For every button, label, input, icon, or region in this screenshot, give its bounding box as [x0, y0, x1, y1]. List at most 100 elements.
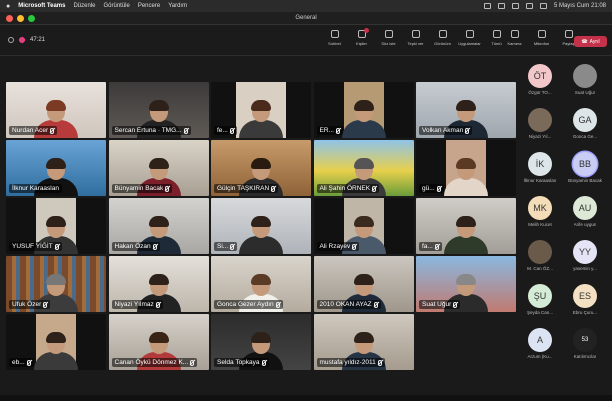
- video-tile[interactable]: Niyazi Yılmaz: [108, 256, 209, 312]
- raise-hand-button[interactable]: Söz iste: [377, 30, 400, 46]
- roster-participant[interactable]: BB Bünyamin Bacak: [565, 152, 605, 192]
- roster-name: Özgür TO...: [528, 90, 552, 95]
- roster-participant[interactable]: ÖT Özgür TO...: [520, 64, 560, 104]
- roster-participant[interactable]: Niyazi Yıl...: [520, 108, 560, 148]
- roster-participant[interactable]: ES Ebru Çuru...: [565, 284, 605, 324]
- video-tile[interactable]: ER...: [313, 82, 414, 138]
- chat-label: Sohbet: [328, 41, 341, 46]
- dock-edge: [0, 395, 612, 401]
- video-tile[interactable]: Sercan Ertuna · TMG...: [108, 82, 209, 138]
- mic-icon: [537, 30, 546, 38]
- roster-name: yasemin y...: [573, 266, 597, 271]
- mic-muted-icon: [275, 301, 280, 308]
- mic-muted-icon: [26, 359, 31, 366]
- mic-label: Mikrofon: [533, 41, 550, 46]
- roster-participant[interactable]: YY yasemin y...: [565, 240, 605, 280]
- video-tile[interactable]: Selda Topkaya: [211, 314, 311, 370]
- participant-name: Ali Şahin ÖRNEK: [316, 184, 380, 193]
- roster-name: İlknur Karaaslan: [523, 178, 557, 183]
- battery-icon[interactable]: [511, 3, 519, 9]
- video-tile[interactable]: Ufuk Özer: [6, 256, 106, 312]
- camera-button[interactable]: Kamera: [503, 30, 526, 46]
- video-tile[interactable]: Si...: [211, 198, 311, 254]
- window-title: General: [295, 15, 317, 21]
- participant-name: Gülçin TAŞKIRAN: [214, 184, 279, 193]
- apps-button[interactable]: Uygulamalar: [458, 30, 481, 46]
- video-tile[interactable]: İlknur Karaaslan: [6, 140, 106, 196]
- video-tile[interactable]: Suat Uğur: [416, 256, 516, 312]
- avatar: GA: [573, 108, 597, 132]
- mic-muted-icon: [50, 127, 55, 134]
- roster-name: Şeyda Can...: [526, 310, 553, 315]
- react-button[interactable]: Tepki ver: [404, 30, 427, 46]
- roster-participant[interactable]: 53 Katılımcılar: [565, 328, 605, 368]
- participant-name: eb...: [9, 358, 34, 367]
- status-icon[interactable]: [483, 3, 491, 9]
- minimize-window-button[interactable]: [17, 15, 24, 22]
- avatar: [528, 108, 552, 132]
- search-icon[interactable]: [539, 3, 547, 9]
- mic-muted-icon: [436, 185, 441, 192]
- mic-muted-icon: [352, 243, 357, 250]
- leave-button[interactable]: ☎ Ayrıl: [574, 36, 607, 47]
- chat-button[interactable]: Sohbet: [323, 30, 346, 46]
- participant-name: mustafa yıldız-2011: [316, 358, 385, 367]
- video-tile[interactable]: Ali Rzayev: [313, 198, 414, 254]
- apple-icon[interactable]: ●: [6, 3, 10, 10]
- video-tile[interactable]: Bünyamin Bacak: [108, 140, 209, 196]
- participant-name: Gonca Gezer Aydın: [214, 300, 283, 309]
- menu-edit[interactable]: Düzenle: [73, 3, 95, 9]
- close-window-button[interactable]: [6, 15, 13, 22]
- mic-button[interactable]: Mikrofon: [530, 30, 553, 46]
- roster-participant[interactable]: ŞU Şeyda Can...: [520, 284, 560, 324]
- participant-name: YUSUF YİĞİT: [9, 242, 62, 251]
- roster-participant[interactable]: Suat Uğur: [565, 64, 605, 104]
- clock[interactable]: 5 Mayıs Cum 21:08: [554, 3, 606, 9]
- menu-window[interactable]: Pencere: [138, 3, 160, 9]
- roster-participant[interactable]: A Arzum (Ku...: [520, 328, 560, 368]
- zoom-window-button[interactable]: [28, 15, 35, 22]
- roster-participant[interactable]: AU Arife uygun: [565, 196, 605, 236]
- avatar: ŞU: [528, 284, 552, 308]
- react-icon: [411, 30, 420, 38]
- video-tile[interactable]: Nurdan Acer: [6, 82, 106, 138]
- roster-participant[interactable]: MK Melih Kucet: [520, 196, 560, 236]
- video-tile[interactable]: Ali Şahin ÖRNEK: [313, 140, 414, 196]
- participant-name: ER...: [316, 126, 343, 135]
- participant-name: Ali Rzayev: [316, 242, 360, 251]
- participant-name: Nurdan Acer: [9, 126, 58, 135]
- menu-view[interactable]: Görüntüle: [103, 3, 129, 9]
- video-tile[interactable]: fa...: [416, 198, 516, 254]
- video-tile[interactable]: fe...: [211, 82, 311, 138]
- more-icon: [492, 30, 501, 38]
- avatar: [528, 240, 552, 264]
- roster-participant[interactable]: M. Can ÖZ...: [520, 240, 560, 280]
- menu-help[interactable]: Yardım: [168, 3, 187, 9]
- video-grid: Nurdan Acer Sercan Ertuna · TMG... fe...…: [6, 82, 516, 375]
- video-tile[interactable]: mustafa yıldız-2011: [313, 314, 414, 370]
- video-tile[interactable]: Gülçin TAŞKIRAN: [211, 140, 311, 196]
- shield-icon[interactable]: [8, 37, 14, 43]
- bluetooth-icon[interactable]: [497, 3, 505, 9]
- participant-name: fa...: [419, 242, 442, 251]
- video-tile[interactable]: Canan Öykü Dönmez K...: [108, 314, 209, 370]
- leave-label: Ayrıl: [589, 38, 600, 45]
- mic-muted-icon: [190, 359, 195, 366]
- share-icon: [564, 30, 573, 38]
- roster-participant[interactable]: GA Gonca Ge...: [565, 108, 605, 148]
- video-tile[interactable]: eb...: [6, 314, 106, 370]
- avatar: A: [528, 328, 552, 352]
- video-tile[interactable]: Hakan Özan: [108, 198, 209, 254]
- video-tile[interactable]: gü...: [416, 140, 516, 196]
- people-button[interactable]: Kişiler: [350, 28, 373, 46]
- people-label: Kişiler: [356, 41, 367, 46]
- video-tile[interactable]: Gonca Gezer Aydın: [211, 256, 311, 312]
- wifi-icon[interactable]: [525, 3, 533, 9]
- view-icon: [438, 30, 447, 38]
- view-button[interactable]: Görünüm: [431, 30, 454, 46]
- video-tile[interactable]: Volkan Akman: [416, 82, 516, 138]
- app-menu[interactable]: Microsoft Teams: [18, 3, 65, 9]
- video-tile[interactable]: 2010 OKAN AYAZ: [313, 256, 414, 312]
- video-tile[interactable]: YUSUF YİĞİT: [6, 198, 106, 254]
- roster-participant[interactable]: İK İlknur Karaaslan: [520, 152, 560, 192]
